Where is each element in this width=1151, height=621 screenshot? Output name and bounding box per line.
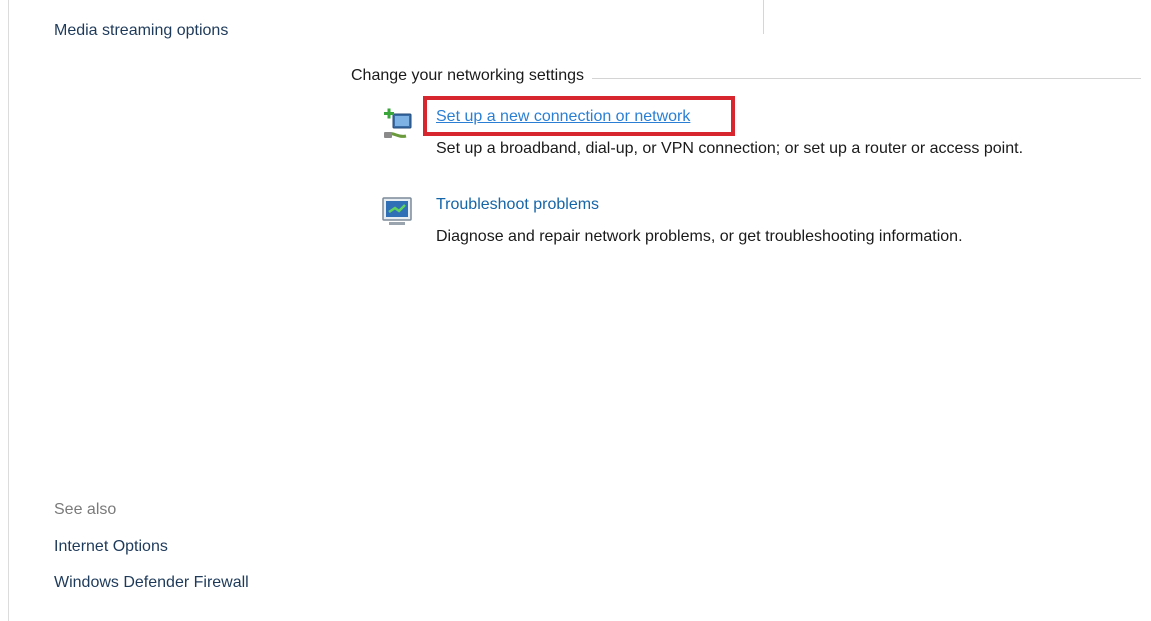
windows-defender-firewall-link[interactable]: Windows Defender Firewall bbox=[54, 574, 249, 592]
section-title: Change your networking settings bbox=[351, 67, 585, 84]
media-streaming-options-link[interactable]: Media streaming options bbox=[54, 22, 228, 40]
see-also-label: See also bbox=[54, 501, 117, 518]
troubleshoot-problems-description: Diagnose and repair network problems, or… bbox=[436, 228, 963, 245]
internet-options-link[interactable]: Internet Options bbox=[54, 538, 168, 556]
window-edge bbox=[8, 0, 9, 621]
setup-new-connection-link[interactable]: Set up a new connection or network bbox=[436, 108, 690, 126]
troubleshoot-problems-link[interactable]: Troubleshoot problems bbox=[436, 196, 599, 214]
troubleshoot-icon[interactable] bbox=[380, 196, 416, 232]
section-rule bbox=[592, 77, 1141, 79]
network-sharing-center: Media streaming options See also Interne… bbox=[0, 0, 1151, 621]
new-connection-icon[interactable] bbox=[380, 108, 416, 144]
section-header: Change your networking settings bbox=[351, 66, 1141, 86]
setup-new-connection-description: Set up a broadband, dial-up, or VPN conn… bbox=[436, 140, 1024, 157]
divider bbox=[763, 0, 764, 34]
